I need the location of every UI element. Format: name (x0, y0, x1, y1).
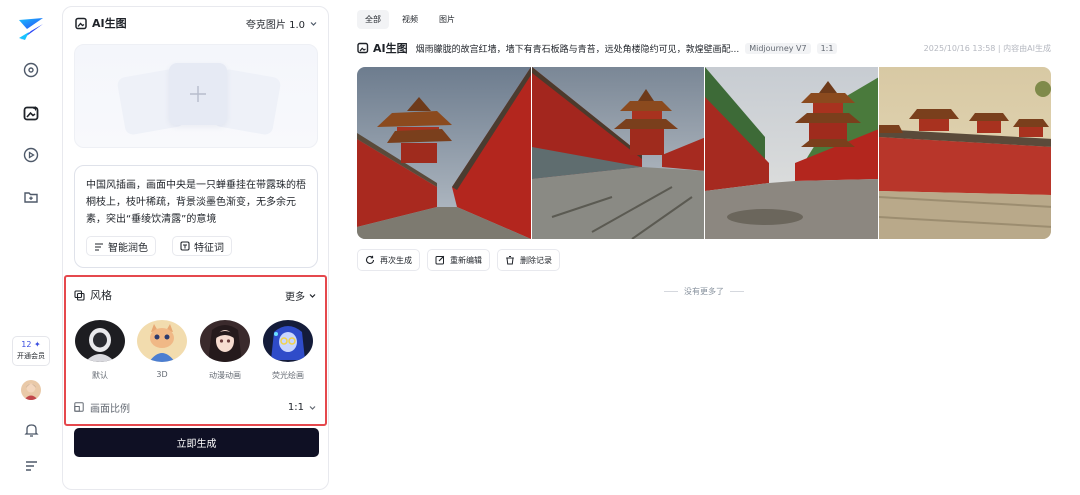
style-options: 默认 3D 动漫动画 荧光绘画 (75, 320, 315, 382)
aspect-ratio-value: 1:1 (287, 401, 304, 413)
model-select-label: 夸克图片 1.0 (245, 19, 305, 31)
left-rail: 12 ✦ 开通会员 (0, 0, 62, 495)
prompt-input[interactable]: 中国风插画，画面中央是一只蝉垂挂在带露珠的梧桐枝上，枝叶稀疏，背景淡墨色渐变，无… (74, 165, 318, 268)
style-option-label: 动漫动画 (209, 371, 241, 380)
delete-button[interactable]: 删除记录 (497, 249, 560, 271)
aspect-ratio-label: 画面比例 (90, 403, 130, 415)
polish-button[interactable]: 智能润色 (86, 236, 156, 256)
style-option-neon[interactable]: 荧光绘画 (263, 320, 313, 381)
tab-image[interactable]: 图片 (431, 10, 463, 29)
chevron-down-icon (310, 21, 317, 26)
polish-label: 智能润色 (108, 242, 148, 254)
divider-left (664, 291, 678, 292)
filter-tabs: 全部 视频 图片 (357, 10, 468, 29)
reedit-button[interactable]: 重新编辑 (427, 249, 490, 271)
tab-all[interactable]: 全部 (357, 10, 389, 29)
keywords-icon (180, 241, 190, 251)
chevron-down-icon (309, 293, 316, 298)
generate-button[interactable]: 立即生成 (74, 428, 319, 457)
astronaut-avatar (75, 320, 125, 362)
image-upload-area[interactable] (74, 44, 318, 148)
model-select[interactable]: 夸克图片 1.0 (246, 16, 318, 31)
end-of-list: 没有更多了 (357, 286, 1051, 297)
generator-panel: AI生图 夸克图片 1.0 中国风插画，画面中央是一只蝉垂挂在带露珠的梧桐枝上，… (62, 6, 329, 490)
end-of-list-text: 没有更多了 (684, 287, 724, 296)
regenerate-label: 再次生成 (380, 255, 412, 265)
style-more-label: 更多 (285, 291, 305, 303)
record-prompt: 烟雨朦胧的故宫红墙，墙下有青石板路与青苔，远处角楼隐约可见，敦煌壁画配... (415, 44, 740, 55)
regenerate-button[interactable]: 再次生成 (357, 249, 420, 271)
record-time: 2025/10/16 13:58 | 内容由AI生成 (923, 43, 1051, 53)
panel-header: AI生图 夸克图片 1.0 (75, 15, 318, 31)
record-info: AI生图 烟雨朦胧的故宫红墙，墙下有青石板路与青苔，远处角楼隐约可见，敦煌壁画配… (357, 40, 1051, 56)
image-gen-icon[interactable] (21, 103, 41, 123)
aspect-ratio-title: 画面比例 (74, 400, 130, 415)
anime-girl-avatar (200, 320, 250, 362)
image-gen-icon (75, 17, 87, 29)
chevron-down-icon (309, 405, 316, 410)
cat-3d-avatar (137, 320, 187, 362)
folder-icon[interactable] (21, 187, 41, 207)
compass-icon[interactable] (21, 60, 41, 80)
prompt-text: 中国风插画，画面中央是一只蝉垂挂在带露珠的梧桐枝上，枝叶稀疏，背景淡墨色渐变，无… (86, 180, 306, 225)
model-tag: Midjourney V7 (745, 42, 811, 54)
trash-icon (506, 256, 514, 265)
aspect-ratio-row[interactable]: 画面比例 1:1 (74, 399, 317, 415)
style-option-label: 默认 (92, 371, 108, 380)
panel-title-text: AI生图 (92, 17, 127, 30)
ratio-tag: 1:1 (816, 42, 838, 54)
image-gen-icon (357, 42, 369, 54)
refresh-icon (366, 255, 375, 264)
play-icon[interactable] (21, 145, 41, 165)
avatar[interactable] (21, 380, 41, 400)
app-logo[interactable] (17, 16, 45, 42)
edit-icon (435, 255, 445, 265)
delete-label: 删除记录 (520, 255, 552, 265)
red-wall-stone-path[interactable] (530, 67, 706, 239)
tab-video[interactable]: 视频 (394, 10, 426, 29)
style-icon (74, 289, 85, 301)
neon-girl-avatar (263, 320, 313, 362)
corner-tower-path[interactable] (704, 67, 879, 239)
aspect-ratio-icon (74, 402, 84, 412)
reedit-label: 重新编辑 (450, 255, 482, 265)
style-option-label: 3D (156, 370, 168, 379)
plus-icon (190, 86, 206, 102)
menu-icon[interactable] (21, 456, 41, 476)
upload-card (169, 63, 227, 125)
style-option-anime[interactable]: 动漫动画 (200, 320, 250, 381)
record-kind: AI生图 (373, 42, 408, 55)
panel-title: AI生图 (75, 15, 127, 31)
style-option-default[interactable]: 默认 (75, 320, 125, 381)
style-option-3d[interactable]: 3D (137, 320, 187, 379)
member-label: 开通会员 (17, 352, 45, 360)
polish-icon (95, 243, 103, 251)
bell-icon[interactable] (21, 420, 41, 440)
result-images (357, 67, 1051, 239)
divider-right (730, 291, 744, 292)
style-more-button[interactable]: 更多 (285, 288, 317, 303)
style-option-label: 荧光绘画 (272, 371, 304, 380)
keywords-label: 特征词 (194, 242, 224, 254)
style-title-text: 风格 (90, 289, 112, 302)
member-badge[interactable]: 12 ✦ 开通会员 (12, 336, 50, 366)
style-section-title: 风格 (74, 287, 112, 303)
style-section-header: 风格 更多 (74, 287, 317, 303)
keywords-button[interactable]: 特征词 (172, 236, 232, 256)
record-actions: 再次生成 重新编辑 删除记录 (357, 249, 567, 271)
member-count: 12 ✦ (21, 340, 41, 349)
aspect-ratio-select[interactable]: 1:1 (288, 402, 317, 413)
forbidden-city-corridor-left[interactable] (357, 67, 531, 239)
red-wall-palace-row[interactable] (877, 67, 1051, 239)
